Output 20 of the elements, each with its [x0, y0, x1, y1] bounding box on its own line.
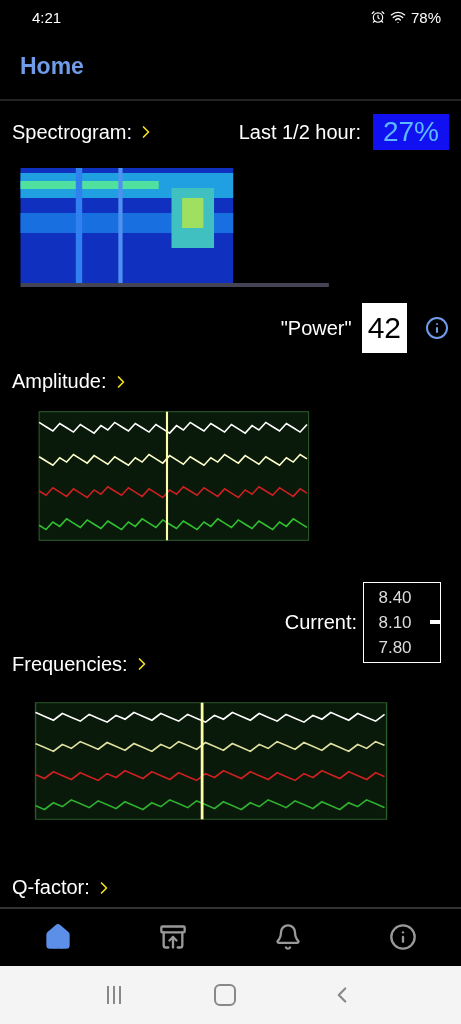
- battery-percent: 78%: [410, 8, 441, 26]
- scale-value: 8.40: [378, 586, 412, 609]
- wifi-icon: [389, 9, 406, 26]
- scale-value: 8.10: [378, 611, 412, 634]
- info-icon[interactable]: [425, 316, 449, 341]
- percent-value: 27%: [372, 114, 449, 151]
- current-label: Current:: [284, 610, 357, 634]
- home-icon[interactable]: [214, 983, 237, 1006]
- page-title: Home: [20, 53, 84, 81]
- section-link[interactable]: Spectrogram:: [12, 120, 133, 144]
- last-label: Last 1/2 hour:: [238, 120, 361, 144]
- section-link[interactable]: Amplitude:: [12, 370, 107, 394]
- power-label: "Power": [280, 316, 352, 340]
- recents-icon[interactable]: [106, 984, 123, 1005]
- alarm-icon: [370, 10, 385, 25]
- power-value: 42: [361, 303, 407, 354]
- scale-value: 7.80: [378, 636, 412, 659]
- status-time: 4:21: [32, 8, 62, 26]
- section-link[interactable]: Frequencies:: [12, 652, 128, 676]
- section-link[interactable]: Q-factor:: [12, 876, 90, 900]
